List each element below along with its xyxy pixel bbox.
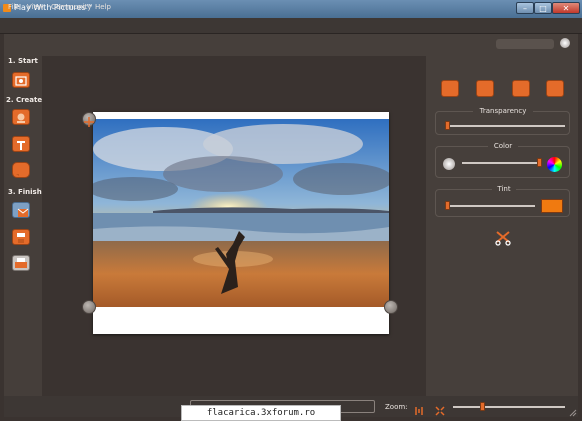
section-create-label: 2. Create xyxy=(6,96,43,104)
color-reset-icon[interactable] xyxy=(443,158,455,170)
tint-color-swatch[interactable] xyxy=(541,199,563,213)
color-slider[interactable] xyxy=(537,158,542,167)
menu-community[interactable]: Community xyxy=(51,3,92,11)
top-strip xyxy=(4,34,578,56)
resize-handle-icon[interactable] xyxy=(384,300,398,314)
section-finish-label: 3. Finish xyxy=(8,188,42,196)
zoom-corner-icon xyxy=(569,402,577,417)
speech-bubble-icon[interactable] xyxy=(12,162,30,178)
duplicate-layer-icon[interactable] xyxy=(476,80,494,97)
transparency-label: Transparency xyxy=(473,107,533,115)
layers-icon[interactable] xyxy=(546,80,564,97)
add-layer-icon[interactable] xyxy=(441,80,459,97)
zoom-slider[interactable] xyxy=(479,402,485,411)
print-icon[interactable] xyxy=(12,255,30,271)
fit-to-screen-icon[interactable] xyxy=(435,401,445,416)
top-search-field[interactable] xyxy=(496,39,554,49)
rotate-handle-icon[interactable] xyxy=(82,300,96,314)
menu-file[interactable]: File xyxy=(8,3,20,11)
open-photo-icon[interactable] xyxy=(12,72,30,88)
watermark-text: flacarica.3xforum.ro xyxy=(181,405,341,421)
color-track xyxy=(462,162,542,164)
scissors-icon[interactable] xyxy=(494,230,512,246)
transparency-track xyxy=(445,125,565,127)
settings-knob-icon[interactable] xyxy=(560,38,570,48)
close-button[interactable]: ✕ xyxy=(552,2,580,14)
color-label: Color xyxy=(488,142,518,150)
stamp-icon[interactable] xyxy=(12,109,30,125)
menu-bar xyxy=(0,18,582,34)
zoom-track xyxy=(453,406,565,408)
left-panel xyxy=(4,56,42,396)
actual-size-icon[interactable] xyxy=(414,401,424,415)
tint-slider[interactable] xyxy=(445,201,450,210)
tint-track xyxy=(445,205,535,207)
color-wheel-icon[interactable] xyxy=(547,157,562,172)
tint-label: Tint xyxy=(492,185,516,193)
beach-sunset-photo[interactable] xyxy=(93,119,389,307)
delete-icon[interactable] xyxy=(512,80,530,97)
transparency-slider[interactable] xyxy=(445,121,450,130)
zoom-label: Zoom: xyxy=(385,403,408,411)
minimize-button[interactable]: – xyxy=(516,2,534,14)
text-icon[interactable] xyxy=(12,136,30,152)
save-icon[interactable] xyxy=(12,229,30,245)
maximize-button[interactable]: □ xyxy=(534,2,552,14)
menu-view[interactable]: View xyxy=(27,3,44,11)
menu-help[interactable]: Help xyxy=(95,3,111,11)
move-handle-icon[interactable] xyxy=(82,112,96,127)
share-icon[interactable] xyxy=(12,202,30,218)
section-start-label: 1. Start xyxy=(8,57,38,65)
